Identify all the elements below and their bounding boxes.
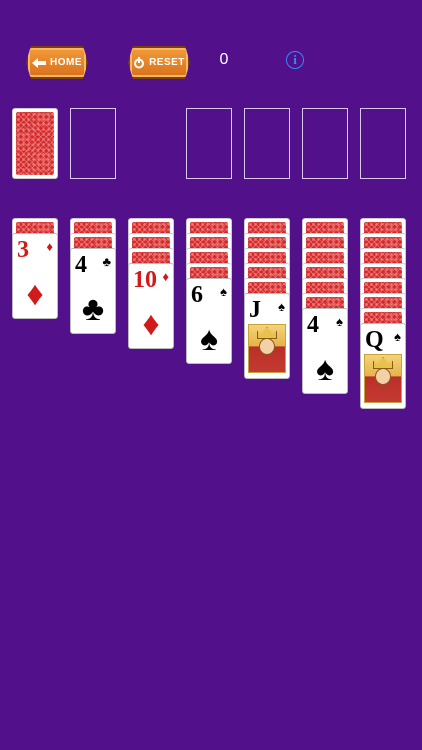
court-figure-icon	[364, 354, 402, 403]
card-suit-large: ♦	[26, 276, 44, 313]
home-button[interactable]: HOME	[26, 46, 88, 79]
card-suit-large: ♠	[315, 351, 335, 388]
card-suit-small: ♦	[46, 239, 53, 254]
face-up-card[interactable]: 6 ♠ ♠	[186, 278, 232, 364]
face-up-card[interactable]: 4 ♠ ♠	[302, 308, 348, 394]
face-up-card[interactable]: J ♠	[244, 293, 290, 379]
home-label: HOME	[50, 57, 82, 68]
face-up-card[interactable]: 4 ♣ ♣	[70, 248, 116, 334]
card-rank: 4	[307, 312, 319, 338]
stock-pile[interactable]	[12, 108, 58, 179]
refresh-icon	[134, 56, 145, 68]
foundation-slot-4[interactable]	[360, 108, 406, 179]
foundation-slot-3[interactable]	[302, 108, 348, 179]
card-rank: 3	[17, 237, 29, 263]
foundation-slot-1[interactable]	[186, 108, 232, 179]
card-suit-small: ♠	[336, 314, 343, 329]
card-suit-large: ♠	[199, 321, 219, 358]
info-icon[interactable]: i	[286, 51, 304, 69]
reset-button[interactable]: RESET	[128, 46, 190, 79]
card-rank: 6	[191, 282, 203, 308]
foundation-slot-2[interactable]	[244, 108, 290, 179]
card-rank: 10	[133, 267, 157, 293]
card-rank: J	[249, 297, 261, 323]
card-suit-large: ♦	[142, 306, 160, 343]
info-symbol: i	[293, 52, 297, 67]
card-suit-small: ♣	[102, 254, 111, 269]
card-rank: 4	[75, 252, 87, 278]
arrow-left-icon	[32, 57, 46, 68]
face-up-card[interactable]: Q ♠	[360, 323, 406, 409]
card-suit-small: ♠	[394, 329, 401, 344]
card-suit-small: ♠	[220, 284, 227, 299]
score-display: 0	[219, 51, 229, 68]
face-up-card[interactable]: 3 ♦ ♦	[12, 233, 58, 319]
card-suit-small: ♦	[162, 269, 169, 284]
card-rank: Q	[365, 327, 384, 353]
reset-label: RESET	[149, 57, 185, 68]
card-suit-small: ♠	[278, 299, 285, 314]
waste-slot[interactable]	[70, 108, 116, 179]
card-suit-large: ♣	[81, 291, 105, 328]
face-up-card[interactable]: 10 ♦ ♦	[128, 263, 174, 349]
court-figure-icon	[248, 324, 286, 373]
